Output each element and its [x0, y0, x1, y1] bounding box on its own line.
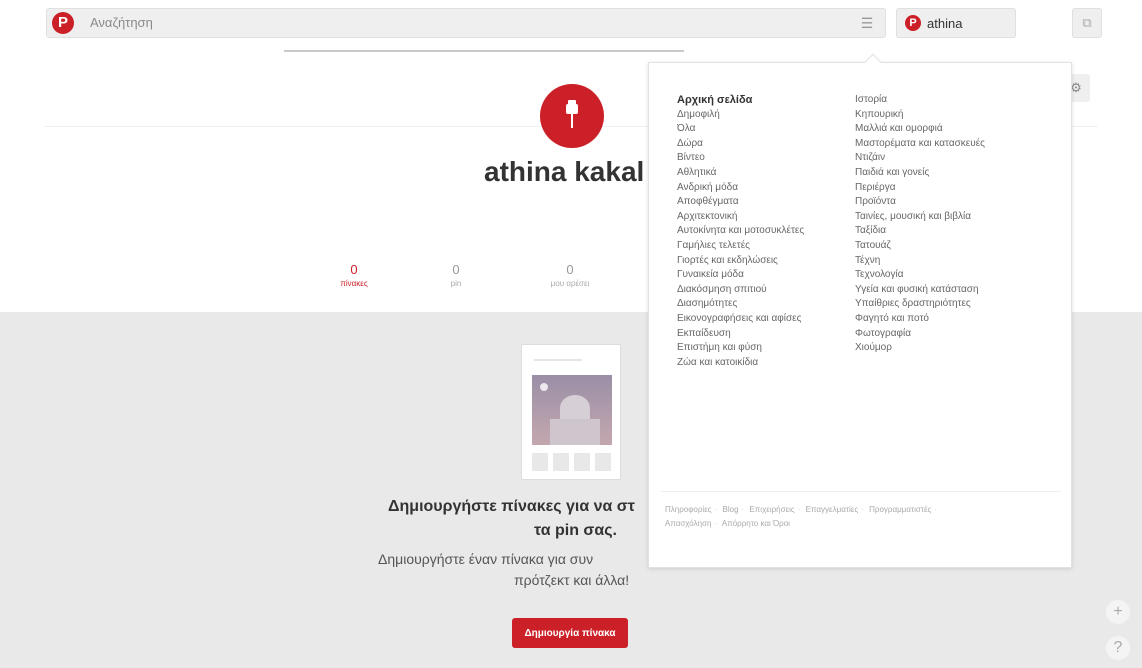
- categories-dropdown: Αρχική σελίδα Δημοφιλή Όλα Δώρα Βίντεο Α…: [648, 53, 1072, 568]
- messages-icon[interactable]: ⧉: [1072, 8, 1102, 38]
- category-item[interactable]: Διασημότητες: [677, 297, 847, 312]
- category-item[interactable]: Γιορτές και εκδηλώσεις: [677, 254, 847, 269]
- user-name-label: athina: [927, 16, 963, 31]
- category-item[interactable]: Διακόσμηση σπιτιού: [677, 283, 847, 298]
- pinterest-logo-icon[interactable]: P: [52, 12, 74, 34]
- user-profile-button[interactable]: P athina: [896, 8, 1016, 38]
- category-item[interactable]: Περιέργα: [855, 181, 1067, 196]
- category-item[interactable]: Παιδιά και γονείς: [855, 166, 1067, 181]
- stat-boards[interactable]: 0 πίνακες: [324, 262, 384, 288]
- category-item[interactable]: Αθλητικά: [677, 166, 847, 181]
- category-item[interactable]: Φαγητό και ποτό: [855, 312, 1067, 327]
- category-item[interactable]: Ταξίδια: [855, 224, 1067, 239]
- stat-likes[interactable]: 0 μου αρέσει: [540, 262, 600, 288]
- category-item[interactable]: Τεχνολογία: [855, 268, 1067, 283]
- stat-likes-count: 0: [566, 262, 574, 277]
- dropdown-footer-links: Πληροφορίες · Blog · Επιχειρήσεις · Επαγγελ…: [665, 505, 938, 528]
- category-item[interactable]: Αρχιτεκτονική: [677, 210, 847, 225]
- user-avatar-icon: P: [905, 15, 921, 31]
- plus-icon[interactable]: +: [1106, 600, 1130, 624]
- category-item[interactable]: Υπαίθριες δραστηριότητες: [855, 297, 1067, 312]
- category-item[interactable]: Επιστήμη και φύση: [677, 341, 847, 356]
- category-item[interactable]: Γυναικεία μόδα: [677, 268, 847, 283]
- category-item[interactable]: Φωτογραφία: [855, 327, 1067, 342]
- category-item[interactable]: Γαμήλιες τελετές: [677, 239, 847, 254]
- category-item[interactable]: Υγεία και φυσική κατάσταση: [855, 283, 1067, 298]
- profile-pushpin-icon: [540, 84, 604, 148]
- footer-link[interactable]: Προγραμματιστές: [869, 505, 931, 514]
- empty-board-illustration: [521, 344, 621, 480]
- stat-boards-count: 0: [350, 262, 358, 277]
- cta-title-line2: τα pin σας.: [534, 522, 617, 539]
- category-item[interactable]: Προϊόντα: [855, 195, 1067, 210]
- category-item[interactable]: Αποφθέγματα: [677, 195, 847, 210]
- category-item[interactable]: Μαλλιά και ομορφιά: [855, 122, 1067, 137]
- footer-link[interactable]: Επιχειρήσεις: [749, 505, 794, 514]
- category-item[interactable]: Τατουάζ: [855, 239, 1067, 254]
- category-item[interactable]: Χιούμορ: [855, 341, 1067, 356]
- header-bar: P ☰ P athina ⧉: [0, 0, 1142, 46]
- category-item[interactable]: Κηπουρική: [855, 108, 1067, 123]
- category-item[interactable]: Ταινίες, μουσική και βιβλία: [855, 210, 1067, 225]
- categories-column-2: Ιστορία Κηπουρική Μαλλιά και ομορφιά Μασ…: [855, 93, 1067, 356]
- category-item[interactable]: Μαστορέματα και κατασκευές: [855, 137, 1067, 152]
- category-item[interactable]: Ιστορία: [855, 93, 1067, 108]
- taj-mahal-image: [532, 375, 612, 445]
- footer-link[interactable]: Απασχόληση: [665, 519, 711, 528]
- category-item[interactable]: Δημοφιλή: [677, 108, 847, 123]
- category-item[interactable]: Βίντεο: [677, 151, 847, 166]
- category-item[interactable]: Τέχνη: [855, 254, 1067, 269]
- footer-link[interactable]: Blog: [723, 505, 739, 514]
- category-item[interactable]: Εικονογραφήσεις και αφίσες: [677, 312, 847, 327]
- dropdown-divider: [661, 491, 1061, 492]
- category-item[interactable]: Εκπαίδευση: [677, 327, 847, 342]
- footer-link[interactable]: Απόρρητο και Όροι: [722, 519, 790, 528]
- profile-name: athina kakal: [484, 156, 645, 187]
- header-underline: [284, 50, 684, 52]
- categories-menu-icon[interactable]: ☰: [850, 12, 884, 34]
- stat-pins[interactable]: 0 pin: [426, 262, 486, 288]
- category-item[interactable]: Δώρα: [677, 137, 847, 152]
- help-icon[interactable]: ?: [1106, 636, 1130, 660]
- category-item[interactable]: Όλα: [677, 122, 847, 137]
- stat-boards-label: πίνακες: [340, 279, 368, 288]
- search-input[interactable]: [90, 10, 830, 34]
- category-item[interactable]: Ντιζάιν: [855, 151, 1067, 166]
- create-board-button[interactable]: Δημιουργία πίνακα: [512, 618, 628, 648]
- category-home[interactable]: Αρχική σελίδα: [677, 93, 847, 108]
- categories-column-1: Αρχική σελίδα Δημοφιλή Όλα Δώρα Βίντεο Α…: [677, 93, 847, 370]
- cta-subtitle: Δημιουργήστε έναν πίνακα για συν: [378, 551, 594, 567]
- stat-likes-label: μου αρέσει: [550, 279, 590, 288]
- stat-pins-label: pin: [450, 279, 462, 288]
- category-item[interactable]: Ανδρική μόδα: [677, 181, 847, 196]
- dropdown-caret: [864, 53, 882, 71]
- cta-title: Δημιουργήστε πίνακες για να στ: [388, 498, 635, 515]
- category-item[interactable]: Ζώα και κατοικίδια: [677, 356, 847, 371]
- footer-link[interactable]: Επαγγελματίες: [806, 505, 859, 514]
- cta-subtitle-line2: πρότζεκτ και άλλα!: [514, 572, 630, 588]
- footer-link[interactable]: Πληροφορίες: [665, 505, 712, 514]
- category-item[interactable]: Αυτοκίνητα και μοτοσυκλέτες: [677, 224, 847, 239]
- stat-pins-count: 0: [452, 262, 460, 277]
